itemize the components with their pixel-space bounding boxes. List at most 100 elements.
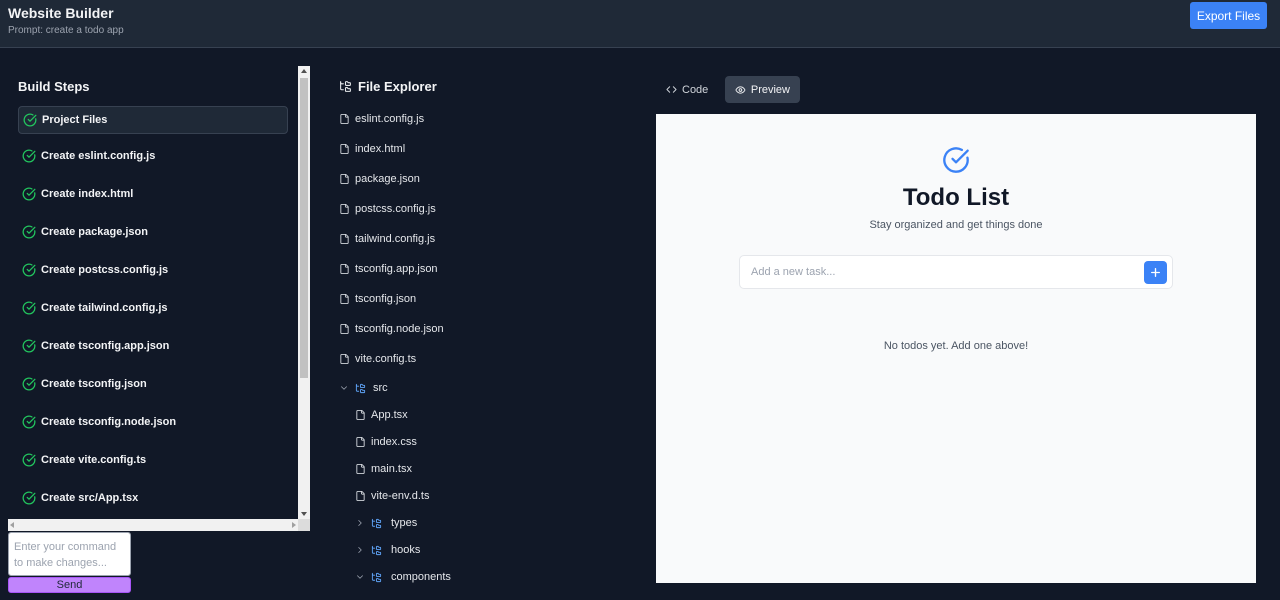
export-files-button[interactable]: Export Files (1190, 2, 1267, 29)
file-name: index.html (355, 143, 406, 155)
build-step-item[interactable]: Create package.json (18, 218, 288, 246)
tab-code[interactable]: Code (656, 76, 720, 103)
folder-item[interactable]: components (355, 567, 451, 587)
todo-subtitle: Stay organized and get things done (869, 219, 1043, 231)
folder-tree-icon (340, 81, 351, 92)
prompt-text: Prompt: create a todo app (8, 25, 124, 36)
tab-preview[interactable]: Preview (725, 76, 800, 103)
file-item[interactable]: vite-env.d.ts (355, 486, 430, 506)
build-step-item[interactable]: Create tailwind.config.js (18, 294, 288, 322)
build-step-item[interactable]: Create tsconfig.json (18, 370, 288, 398)
build-step-item[interactable]: Create vite.config.ts (18, 446, 288, 474)
file-item[interactable]: tsconfig.node.json (339, 319, 444, 339)
build-step-label: Create tailwind.config.js (41, 302, 168, 314)
file-name: main.tsx (371, 463, 412, 475)
file-name: tsconfig.app.json (355, 263, 438, 275)
new-task-input[interactable] (740, 256, 1140, 288)
file-item[interactable]: main.tsx (355, 459, 412, 479)
check-circle-icon (22, 491, 36, 505)
steps-vertical-scrollbar[interactable] (298, 66, 310, 519)
scroll-right-arrow-icon[interactable] (292, 522, 296, 528)
file-name: tsconfig.json (355, 293, 417, 305)
file-icon (340, 233, 349, 245)
folder-item[interactable]: hooks (355, 540, 420, 560)
scroll-down-arrow-icon[interactable] (301, 512, 307, 516)
scroll-up-arrow-icon[interactable] (301, 69, 307, 73)
build-step-label: Create tsconfig.json (41, 378, 147, 390)
file-item[interactable]: eslint.config.js (339, 109, 424, 129)
folder-name: src (373, 382, 388, 394)
check-circle-icon (22, 225, 36, 239)
file-item[interactable]: index.html (339, 139, 405, 159)
folder-tree-icon (371, 572, 382, 582)
build-step-item[interactable]: Create src/App.tsx (18, 484, 288, 512)
empty-todos-message: No todos yet. Add one above! (883, 340, 1029, 352)
build-steps-panel: Build Steps Project Files Create eslint.c… (8, 66, 298, 519)
file-item[interactable]: tailwind.config.js (339, 229, 435, 249)
folder-tree-icon (371, 545, 382, 555)
build-step-item[interactable]: Project Files (18, 106, 288, 134)
file-name: App.tsx (371, 409, 408, 421)
file-name: postcss.config.js (355, 203, 436, 215)
scroll-left-arrow-icon[interactable] (10, 522, 14, 528)
check-circle-icon (22, 187, 36, 201)
file-name: vite.config.ts (355, 353, 417, 365)
chevron-right-icon[interactable] (355, 518, 365, 528)
build-step-label: Create tsconfig.node.json (41, 416, 177, 428)
file-item[interactable]: index.css (355, 432, 417, 452)
eye-icon (735, 85, 746, 94)
steps-horizontal-scrollbar[interactable] (8, 519, 310, 531)
chevron-down-icon[interactable] (339, 383, 349, 393)
build-step-item[interactable]: Create tsconfig.node.json (18, 408, 288, 436)
file-item[interactable]: vite.config.ts (339, 349, 416, 369)
chevron-down-icon[interactable] (355, 572, 365, 582)
build-step-item[interactable]: Create index.html (18, 180, 288, 208)
folder-name: types (391, 517, 418, 529)
file-item[interactable]: tsconfig.json (339, 289, 416, 309)
todo-title: Todo List (902, 184, 1010, 211)
plus-icon (1151, 268, 1160, 277)
build-step-label: Create eslint.config.js (41, 150, 156, 162)
tab-preview-label: Preview (750, 83, 790, 96)
build-step-label: Create src/App.tsx (41, 492, 139, 504)
send-button[interactable]: Send (8, 577, 131, 593)
check-circle-icon (22, 301, 36, 315)
folder-item[interactable]: types (355, 513, 417, 533)
file-item[interactable]: package.json (339, 169, 420, 189)
file-icon (340, 173, 349, 185)
build-step-label: Create tsconfig.app.json (41, 340, 170, 352)
file-explorer-title-text: File Explorer (358, 79, 437, 94)
file-name: tailwind.config.js (355, 233, 436, 245)
folder-name: components (391, 571, 451, 583)
file-icon (356, 436, 365, 448)
app-title: Website Builder (8, 5, 114, 21)
file-item[interactable]: tsconfig.app.json (339, 259, 438, 279)
file-icon (340, 203, 349, 215)
file-explorer-title: File Explorer (339, 79, 437, 94)
build-step-label: Create index.html (41, 188, 134, 200)
build-step-item[interactable]: Create eslint.config.js (18, 142, 288, 170)
check-circle-icon (943, 147, 969, 173)
file-icon (340, 143, 349, 155)
add-task-button[interactable] (1144, 261, 1167, 284)
file-icon (356, 409, 365, 421)
file-name: index.css (371, 436, 417, 448)
build-step-item[interactable]: Create tsconfig.app.json (18, 332, 288, 360)
file-name: vite-env.d.ts (371, 490, 430, 502)
file-item[interactable]: App.tsx (355, 405, 408, 425)
chevron-right-icon[interactable] (355, 545, 365, 555)
preview-pane: Todo List Stay organized and get things … (656, 114, 1256, 583)
code-icon (666, 86, 677, 93)
build-step-label: Create vite.config.ts (41, 454, 147, 466)
folder-item-src[interactable]: src (339, 378, 388, 398)
file-icon (340, 323, 349, 335)
build-steps-title: Build Steps (18, 79, 90, 94)
scrollbar-thumb[interactable] (300, 78, 308, 378)
file-name: eslint.config.js (355, 113, 425, 125)
check-circle-icon (22, 453, 36, 467)
app-header: Website Builder Prompt: create a todo ap… (0, 0, 1280, 48)
command-input[interactable] (8, 532, 131, 576)
check-circle-icon (22, 377, 36, 391)
file-item[interactable]: postcss.config.js (339, 199, 436, 219)
build-step-item[interactable]: Create postcss.config.js (18, 256, 288, 284)
